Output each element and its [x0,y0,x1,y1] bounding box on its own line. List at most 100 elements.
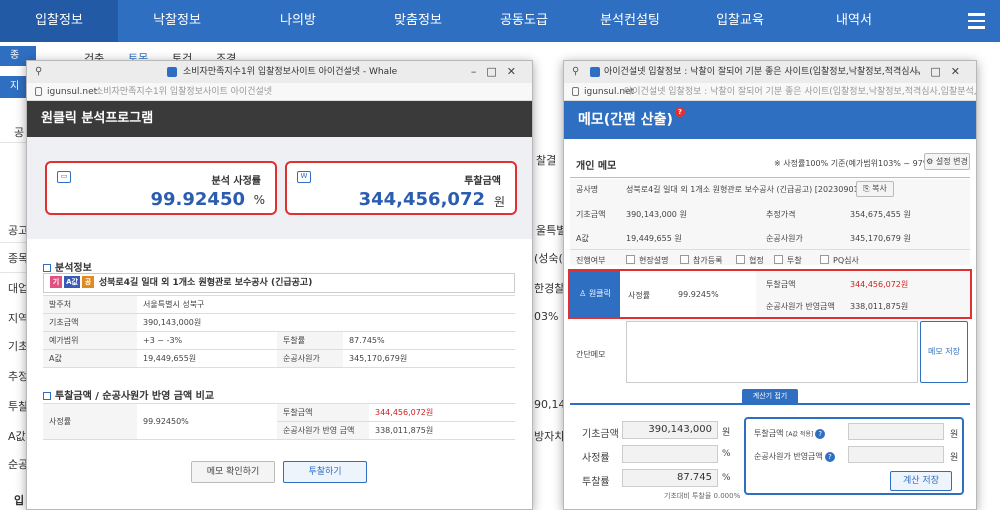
calc-reflect-label: 순공사원가 반영금액? [754,451,835,462]
url-host: igunsul.net [47,87,98,97]
calc-collapse-tab[interactable]: 계산기 접기 [742,389,798,403]
checkbox[interactable] [774,255,783,264]
nav-item-education[interactable]: 입찰교육 [688,0,792,42]
rate-note: ※ 사정률100% 기준(예가범위103% ~ 97%) [774,159,934,168]
lock-icon [572,87,579,96]
oneclick-label: ♙ 원클릭 [570,271,620,317]
est-value: 354,675,455 원 [850,210,911,219]
settings-change-label: 설정 변경 [935,157,968,166]
checkbox[interactable] [680,255,689,264]
check-label: 협정 [749,256,764,265]
table-row: 예가범위 +3 ~ -3% 투찰률 87.745% [43,331,515,350]
section-title: 투찰금액 / 순공사원가 반영 금액 비교 [55,391,215,402]
bg-right-text: 한경찰 [534,282,565,295]
base-label: 기초금액 [576,210,606,219]
table-row: 사정률 99.92450% 투찰금액 344,456,072원 [43,403,515,440]
cell-label: 순공사원가 [277,349,343,368]
menu-icon[interactable] [952,0,1000,42]
stats-area: ▭ 분석 사정률 99.92450 % W 투찰금액 344,456,072 원 [27,137,532,239]
nav-item-my-room[interactable]: 나의방 [236,0,360,42]
calc-save-button[interactable]: 계산 저장 [890,471,952,491]
checkbox[interactable] [736,255,745,264]
cell-label: 순공사원가 반영 금액 [277,421,369,440]
bid-amount-card: W 투찰금액 344,456,072 원 [285,161,517,215]
calc-note: 기초대비 투찰율 0.000% [664,492,741,500]
calc-ratio-input[interactable] [622,445,718,463]
a-value-badge: A값 [64,276,80,288]
memo-save-button[interactable]: 메모 저장 [920,321,968,383]
divider [570,177,970,178]
cell-label: 예가범위 [43,331,137,350]
help-icon[interactable]: ? [815,429,826,439]
cell-value: 99.92450% [137,403,277,440]
calc-bid-unit: 원 [950,430,959,440]
pin-icon[interactable]: ⚲ [35,61,42,83]
progress-check[interactable]: PQ심사 [820,255,859,266]
nav-item-joint-contract[interactable]: 공동도급 [476,0,572,42]
bg-label: A값 [8,430,26,443]
window-controls[interactable]: –□✕ [471,61,526,83]
checkbox[interactable] [820,255,829,264]
help-icon[interactable]: ? [674,107,685,117]
progress-check[interactable]: 투찰 [774,255,802,266]
cell-value: +3 ~ -3% [137,331,277,350]
bg-right-text: (성숙( [534,252,563,265]
section-compare: 투찰금액 / 순공사원가 반영 금액 비교 [43,387,214,402]
net-value: 345,170,679 원 [850,234,911,243]
calc-bid-input[interactable] [848,423,944,440]
settings-change-button[interactable]: ⚙ 설정 변경 [924,153,970,170]
window-title: 소비자만족지수1위 입찰정보사이트 아이건설넷 - Whale [183,67,398,77]
reflect-value: 338,011,875원 [850,302,909,311]
check-label: 참가등록 [693,256,723,265]
calc-reflect-input[interactable] [848,446,944,463]
checkbox[interactable] [626,255,635,264]
cell-label: 사정률 [43,403,137,440]
memo-header-title: 메모(간편 산출) [578,112,673,128]
nav-item-custom-info[interactable]: 맞춤정보 [360,0,476,42]
bg-right-text: 울특별 [536,224,567,237]
memo-check-button[interactable]: 메모 확인하기 [191,461,275,483]
lock-icon [35,87,42,96]
calc-bid-sub: [A값 적용] [786,431,814,438]
analysis-body: ▭ 분석 사정률 99.92450 % W 투찰금액 344,456,072 원… [27,137,532,509]
window-titlebar: ⚲ 소비자만족지수1위 입찰정보사이트 아이건설넷 - Whale –□✕ [27,61,532,83]
calc-rate-input[interactable]: 87.745 [622,469,718,487]
section-bullet-icon [43,392,51,400]
table-row: 기초금액 390,143,000원 [43,313,515,332]
window-title: 아이건설넷 입찰정보 : 낙찰이 잘되어 기분 좋은 사이트(입찰정보,낙찰정보… [604,67,920,77]
gear-icon: ⚙ [926,157,934,166]
cell-label: A값 [43,349,137,368]
section-analysis-info: 분석정보 [43,259,92,274]
divider [0,142,26,143]
progress-check[interactable]: 현장설명 [626,255,668,266]
calc-bid-text: 투찰금액 [754,429,784,438]
oneclick-text: 원클릭 [588,289,611,298]
cell-value: 344,456,072원 [369,403,515,422]
compare-table: 사정률 99.92450% 투찰금액 344,456,072원 순공사원가 반영 금액… [43,403,515,440]
nav-item-statement[interactable]: 내역서 [792,0,916,42]
memo-label: 간단메모 [576,350,606,359]
window-controls[interactable]: –□✕ [915,61,970,83]
help-icon[interactable]: ? [824,452,835,462]
pin-icon[interactable]: ⚲ [572,61,579,83]
bid-amount-label: 투찰금액 [464,176,501,187]
calc-ratio-label: 사정률 [582,453,610,464]
url-bar[interactable]: igunsul.net 소비자만족지수1위 입찰정보사이트 아이건설넷 [27,83,532,101]
divider [570,403,970,405]
memo-textarea[interactable] [626,321,918,383]
est-label: 추정가격 [766,210,796,219]
bid-label: 투찰금액 [766,280,796,289]
bid-button[interactable]: 투찰하기 [283,461,367,483]
divider [0,242,26,243]
calc-base-input[interactable]: 390,143,000 [622,421,718,439]
notice-title[interactable]: 성북로4길 일대 외 1개소 원형관로 보수공사 (긴급공고) [99,278,312,288]
a-label: A값 [576,234,589,243]
nav-item-award-info[interactable]: 낙찰정보 [118,0,236,42]
calc-base-label: 기초금액 [582,429,619,440]
nav-item-analysis[interactable]: 분석컨설팅 [572,0,688,42]
nav-item-bid-info[interactable]: 입찰정보 [0,0,118,42]
url-bar[interactable]: igunsul.net 아이건설넷 입찰정보 : 낙찰이 잘되어 기분 좋은 사… [564,83,976,101]
copy-button[interactable]: ⎘ 복사 [856,181,894,197]
progress-check[interactable]: 협정 [736,255,764,266]
progress-check[interactable]: 참가등록 [680,255,722,266]
